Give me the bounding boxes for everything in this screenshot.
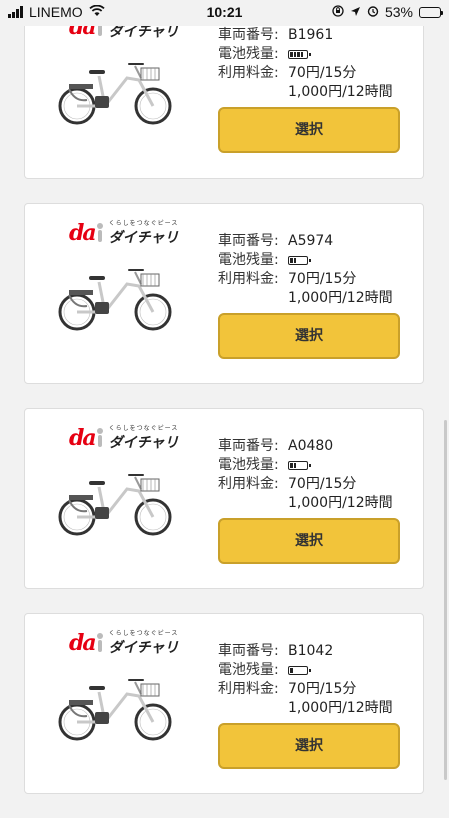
logo-person-icon xyxy=(95,427,105,448)
fee-label: 利用料金: xyxy=(218,681,279,697)
logo-da: da xyxy=(69,629,97,656)
select-button[interactable]: 選択 xyxy=(218,723,400,769)
bike-card-A0480: da くらしをつなぐピース ダイチャリ 車両番号: A0480 電池残量: 利用… xyxy=(24,408,424,589)
logo-da: da xyxy=(69,219,97,246)
battery-level-icon xyxy=(288,665,311,675)
battery-icon xyxy=(419,6,443,18)
fee-label: 利用料金: xyxy=(218,65,279,81)
fee-per-15min: 70円/15分 xyxy=(288,65,357,81)
select-button[interactable]: 選択 xyxy=(218,107,400,153)
bike-info: 車両番号: B1042 電池残量: 利用料金: 70円/15分 1,000円/12時… xyxy=(218,642,393,718)
logo-tagline: くらしをつなぐピース xyxy=(108,630,179,637)
daichari-logo: da くらしをつなぐピース ダイチャリ xyxy=(69,423,179,452)
logo-person-icon xyxy=(95,222,105,243)
bike-number: A0480 xyxy=(288,438,334,454)
bike-number-label: 車両番号: xyxy=(218,233,279,249)
battery-level-icon xyxy=(288,460,311,470)
logo-tagline: くらしをつなぐピース xyxy=(108,220,179,227)
bike-number: A5974 xyxy=(288,233,334,249)
bike-card-B1961: da くらしをつなぐピース ダイチャリ xyxy=(24,0,424,179)
bicycle-image xyxy=(58,63,172,125)
daichari-logo: da くらしをつなぐピース ダイチャリ xyxy=(69,628,179,657)
bike-info: 車両番号: B1961 電池残量: 利用料金: 70円/15分 1,000円/12時… xyxy=(218,26,393,102)
alarm-icon xyxy=(367,4,379,20)
daichari-logo: da くらしをつなぐピース ダイチャリ xyxy=(69,218,179,247)
battery-label: 電池残量: xyxy=(218,457,279,473)
logo-da: da xyxy=(69,424,97,451)
battery-level-icon xyxy=(288,255,311,265)
bike-list: da くらしをつなぐピース ダイチャリ xyxy=(24,0,426,818)
fee-label: 利用料金: xyxy=(218,271,279,287)
bicycle-image xyxy=(58,269,172,331)
battery-label: 電池残量: xyxy=(218,46,279,62)
bike-card-B1042: da くらしをつなぐピース ダイチャリ 車両番号: B1042 電池残量: 利用… xyxy=(24,613,424,794)
battery-label: 電池残量: xyxy=(218,252,279,268)
bike-card-A5974: da くらしをつなぐピース ダイチャリ 車両番号: A5974 電池残量: 利用… xyxy=(24,203,424,384)
bike-info: 車両番号: A5974 電池残量: 利用料金: 70円/15分 1,000円/12時… xyxy=(218,232,393,308)
select-button[interactable]: 選択 xyxy=(218,313,400,359)
location-icon xyxy=(350,4,361,20)
rotation-lock-icon xyxy=(332,4,344,20)
bike-number-label: 車両番号: xyxy=(218,643,279,659)
logo-brand: ダイチャリ xyxy=(108,640,179,656)
bike-info: 車両番号: A0480 電池残量: 利用料金: 70円/15分 1,000円/12時… xyxy=(218,437,393,513)
status-bar: LINEMO 10:21 53% xyxy=(0,0,449,26)
fee-label: 利用料金: xyxy=(218,476,279,492)
fee-per-12h: 1,000円/12時間 xyxy=(288,495,393,511)
bicycle-image xyxy=(58,679,172,741)
bike-number-label: 車両番号: xyxy=(218,27,279,43)
logo-tagline: くらしをつなぐピース xyxy=(108,425,179,432)
battery-label: 電池残量: xyxy=(218,662,279,678)
select-button[interactable]: 選択 xyxy=(218,518,400,564)
fee-per-15min: 70円/15分 xyxy=(288,681,357,697)
fee-per-15min: 70円/15分 xyxy=(288,271,357,287)
scrollbar[interactable] xyxy=(444,420,447,780)
logo-brand: ダイチャリ xyxy=(108,435,179,451)
fee-per-12h: 1,000円/12時間 xyxy=(288,84,393,100)
battery-percent: 53% xyxy=(384,4,413,20)
fee-per-12h: 1,000円/12時間 xyxy=(288,700,393,716)
battery-level-icon xyxy=(288,49,311,59)
logo-brand: ダイチャリ xyxy=(108,230,179,246)
fee-per-12h: 1,000円/12時間 xyxy=(288,290,393,306)
bicycle-image xyxy=(58,474,172,536)
logo-person-icon xyxy=(95,632,105,653)
fee-per-15min: 70円/15分 xyxy=(288,476,357,492)
bike-number-label: 車両番号: xyxy=(218,438,279,454)
bike-number: B1042 xyxy=(288,643,334,659)
bike-number: B1961 xyxy=(288,27,334,43)
status-right: 53% xyxy=(332,4,443,20)
